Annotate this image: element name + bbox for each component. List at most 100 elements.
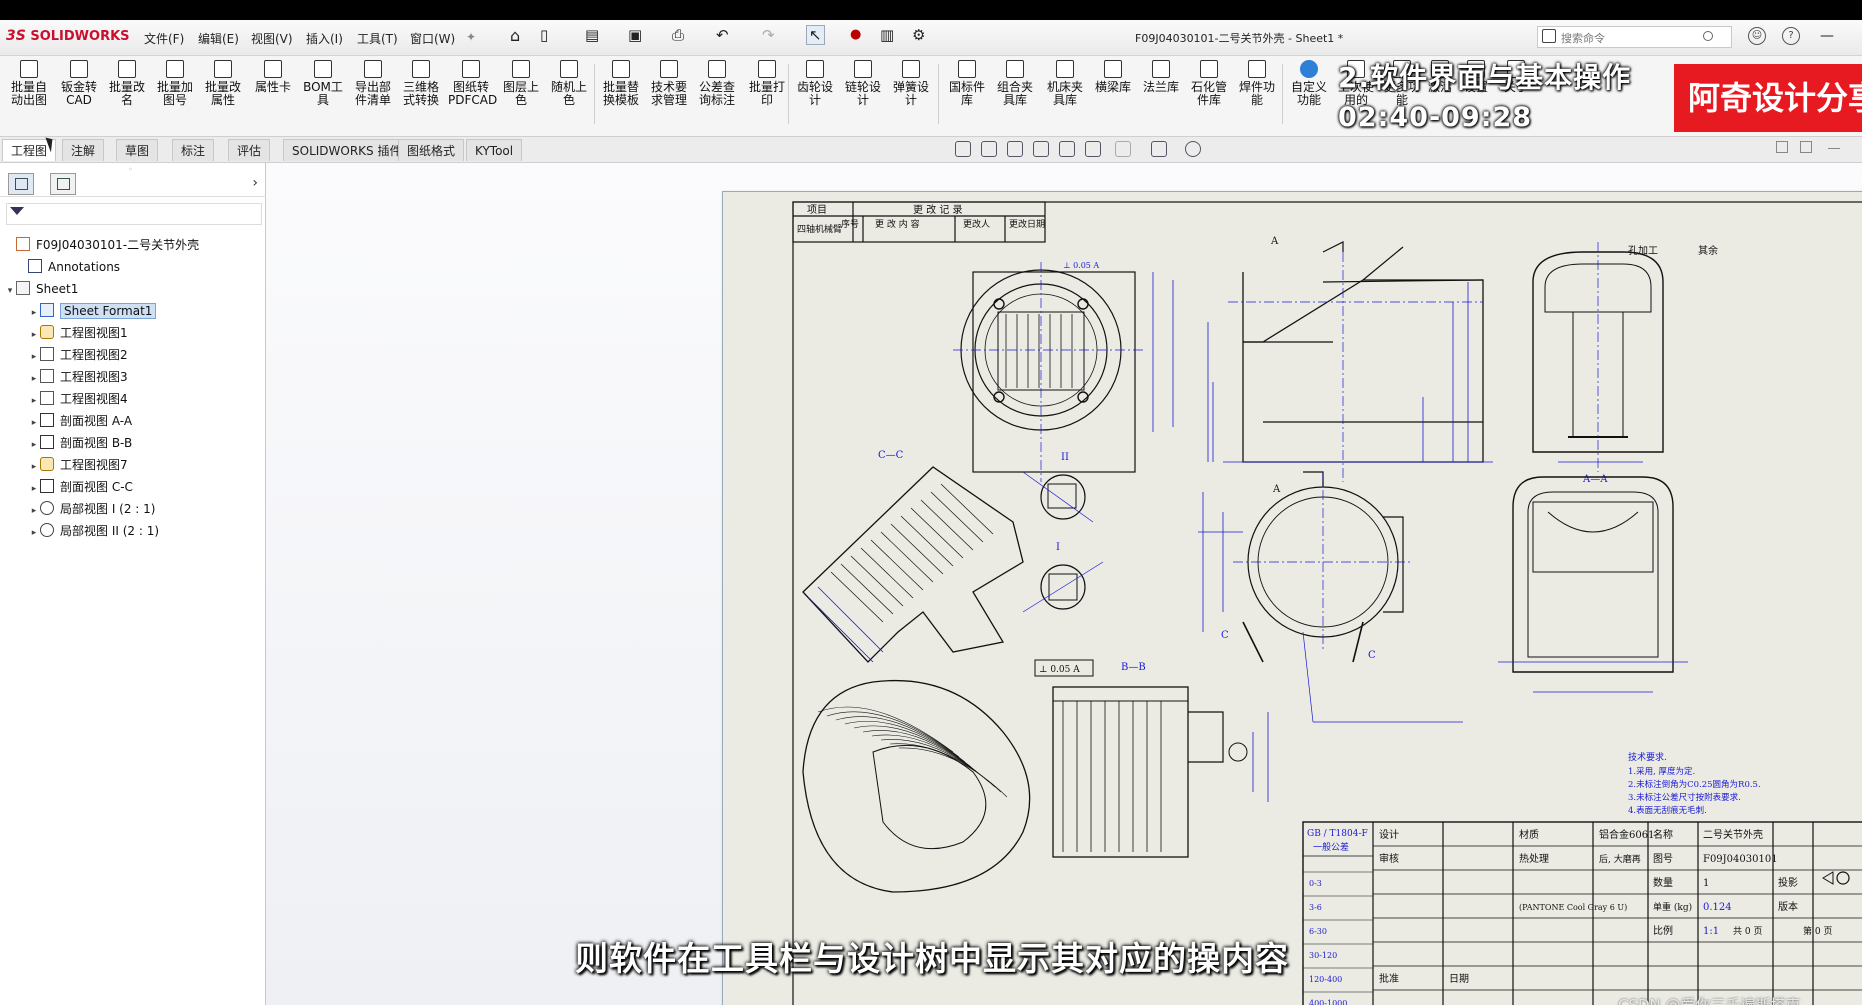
tab-annotation[interactable]: 注解 <box>62 139 105 161</box>
tab-sheet-format[interactable]: 图纸格式 <box>398 139 465 161</box>
batch-edit-props-button[interactable]: 批量改 属性 <box>200 60 246 132</box>
batch-rename-button[interactable]: 批量改 名 <box>104 60 150 132</box>
menu-insert[interactable]: 插入(I) <box>306 30 343 47</box>
menu-edit[interactable]: 编辑(E) <box>198 30 239 47</box>
tab-addins[interactable]: SOLIDWORKS 插件 <box>283 139 411 161</box>
property-manager-tab-icon[interactable] <box>50 173 76 195</box>
feature-tree-tab-icon[interactable] <box>8 173 34 195</box>
expand-arrow-icon[interactable]: ▸ <box>28 501 40 521</box>
drawing-to-pdfcad-button[interactable]: 图纸转 PDFCAD <box>448 60 497 132</box>
drawing-sheet[interactable]: 项目 更 改 记 录四轴机械臂 序号 更 改 内 容 更改人 更改日期 ⊥ 0.05 A A A… <box>722 191 1862 1005</box>
gear-design-button[interactable]: 齿轮设 计 <box>792 60 838 132</box>
menu-file[interactable]: 文件(F) <box>144 30 184 47</box>
random-color-button[interactable]: 随机上 色 <box>546 60 592 132</box>
menu-window[interactable]: 窗口(W) <box>410 30 455 47</box>
tree-item-9[interactable]: ▸ 剖面视图 C-C <box>28 477 133 497</box>
tech-requirements-button[interactable]: 技术要 求管理 <box>646 60 692 132</box>
expand-arrow-icon[interactable]: ▸ <box>28 457 40 477</box>
layer-color-button[interactable]: 图层上 色 <box>498 60 544 132</box>
new-file-icon[interactable]: ▯ <box>540 26 548 44</box>
fixture-lib-button[interactable]: 组合夹 具库 <box>992 60 1038 132</box>
hide-show-icon[interactable] <box>1151 141 1167 157</box>
bom-tool-button[interactable]: BOM工 具 <box>300 60 346 132</box>
expand-arrow-icon[interactable]: ▸ <box>28 479 40 499</box>
chevron-right-icon[interactable]: › <box>252 175 258 191</box>
display-style-icon[interactable] <box>1085 141 1101 157</box>
search-input[interactable]: 搜索命令 <box>1537 26 1732 48</box>
tree-item-sheet1[interactable]: ▾ Sheet1 <box>4 279 78 299</box>
expand-arrow-icon[interactable]: ▸ <box>28 391 40 411</box>
property-card-button[interactable]: 属性卡 <box>250 60 296 132</box>
minimize-icon[interactable]: — <box>1820 28 1834 44</box>
tree-item-6[interactable]: ▸ 剖面视图 A-A <box>28 411 132 431</box>
zoom-in-out-icon[interactable] <box>1007 141 1023 157</box>
flange-lib-button[interactable]: 法兰库 <box>1138 60 1184 132</box>
3d-format-convert-button[interactable]: 三维格 式转换 <box>398 60 444 132</box>
print-icon[interactable]: ⎙ <box>672 26 684 44</box>
zoom-area-icon[interactable] <box>981 141 997 157</box>
machine-fixture-lib-button[interactable]: 机床夹 具库 <box>1042 60 1088 132</box>
zoom-to-fit-icon[interactable] <box>955 141 971 157</box>
options-gear-icon[interactable]: ⚙ <box>912 26 925 44</box>
collapse-arrow-icon[interactable]: ▾ <box>4 281 16 301</box>
expand-arrow-icon[interactable]: ▸ <box>28 347 40 367</box>
graphics-area[interactable]: 项目 更 改 记 录四轴机械臂 序号 更 改 内 容 更改人 更改日期 ⊥ 0.05 A A A… <box>266 163 1862 1005</box>
tree-filter[interactable] <box>6 203 262 225</box>
standard-parts-lib-button[interactable]: 国标件 库 <box>944 60 990 132</box>
pipe-fittings-lib-button[interactable]: 石化管 件库 <box>1186 60 1232 132</box>
export-parts-list-button[interactable]: 导出部 件清单 <box>350 60 396 132</box>
pan-icon[interactable] <box>1033 141 1049 157</box>
search-icon[interactable] <box>1703 31 1713 41</box>
expand-arrow-icon[interactable]: ▸ <box>28 523 40 543</box>
menu-tools[interactable]: 工具(T) <box>357 30 398 47</box>
app-logo[interactable]: 3S SOLIDWORKS <box>6 28 130 44</box>
tolerance-lookup-button[interactable]: 公差查 询标注 <box>694 60 740 132</box>
tree-item-annotations[interactable]: Annotations <box>16 257 120 277</box>
file-properties-icon[interactable]: ▥ <box>880 26 894 44</box>
tree-item-2[interactable]: ▸ 工程图视图1 <box>28 323 128 343</box>
rebuild-icon[interactable]: ● <box>850 27 861 42</box>
rotate-icon[interactable] <box>1059 141 1075 157</box>
open-file-icon[interactable]: ▤ <box>585 26 599 44</box>
tree-item-5[interactable]: ▸ 工程图视图4 <box>28 389 128 409</box>
batch-replace-template-button[interactable]: 批量替 换模板 <box>598 60 644 132</box>
select-icon[interactable]: ↖ <box>806 25 825 45</box>
beam-lib-button[interactable]: 横梁库 <box>1090 60 1136 132</box>
batch-print-button[interactable]: 批量打 印 <box>744 60 790 132</box>
restore-window-icon[interactable] <box>1776 141 1788 153</box>
tree-item-11[interactable]: ▸ 局部视图 II (2 : 1) <box>28 521 159 541</box>
tree-item-4[interactable]: ▸ 工程图视图3 <box>28 367 128 387</box>
tree-item-8[interactable]: ▸ 工程图视图7 <box>28 455 128 475</box>
expand-arrow-icon[interactable]: ▸ <box>28 369 40 389</box>
account-icon[interactable]: ☺ <box>1748 27 1766 45</box>
custom-function-button[interactable]: 自定义 功能 <box>1286 60 1332 132</box>
tree-item-10[interactable]: ▸ 局部视图 I (2 : 1) <box>28 499 155 519</box>
appearance-icon[interactable] <box>1185 141 1201 157</box>
redo-icon[interactable]: ↷ <box>762 26 775 44</box>
sheetmetal-to-cad-button[interactable]: 钣金转 CAD <box>56 60 102 132</box>
tile-window-icon[interactable] <box>1800 141 1812 153</box>
batch-auto-drawing-button[interactable]: 批量自 动出图 <box>6 60 52 132</box>
undo-icon[interactable]: ↶ <box>716 26 729 44</box>
expand-arrow-icon[interactable]: ▸ <box>28 413 40 433</box>
section-view-icon[interactable] <box>1115 141 1131 157</box>
tab-kytool[interactable]: KYTool <box>466 139 523 161</box>
tree-item-3[interactable]: ▸ 工程图视图2 <box>28 345 128 365</box>
pin-icon[interactable]: ✦ <box>466 30 476 44</box>
weldment-button[interactable]: 焊件功 能 <box>1234 60 1280 132</box>
tree-item-7[interactable]: ▸ 剖面视图 B-B <box>28 433 132 453</box>
minimize-doc-icon[interactable] <box>1828 141 1840 149</box>
tab-evaluate[interactable]: 评估 <box>228 139 271 161</box>
tab-sketch[interactable]: 草图 <box>116 139 159 161</box>
expand-arrow-icon[interactable]: ▸ <box>28 303 40 323</box>
menu-view[interactable]: 视图(V) <box>251 30 293 47</box>
tree-root-document[interactable]: F09J04030101-二号关节外壳 <box>4 235 199 255</box>
tab-dimension[interactable]: 标注 <box>172 139 215 161</box>
expand-arrow-icon[interactable]: ▸ <box>28 325 40 345</box>
home-icon[interactable]: ⌂ <box>510 26 520 45</box>
expand-arrow-icon[interactable]: ▸ <box>28 435 40 455</box>
help-icon[interactable]: ? <box>1782 27 1800 45</box>
batch-add-number-button[interactable]: 批量加 图号 <box>152 60 198 132</box>
tree-item-1[interactable]: ▸ Sheet Format1 <box>28 301 157 323</box>
sprocket-design-button[interactable]: 链轮设 计 <box>840 60 886 132</box>
